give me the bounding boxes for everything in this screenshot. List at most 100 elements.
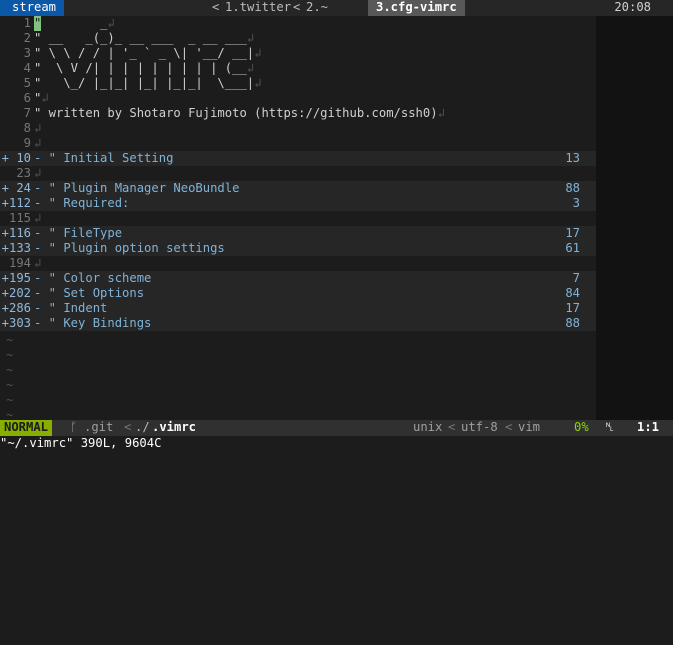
line-number: 4 [23,61,31,75]
scroll-percent: 0% [574,420,589,434]
fold-label: - " Key Bindings [34,316,152,330]
tab-cfg-vimrc[interactable]: 3.cfg-vimrc [368,0,465,16]
editor-buffer[interactable]: 1 " _↲ 2 " __ _(_)_ __ ___ _ __ ___↲ 3 " \ \ … [0,16,673,422]
fileformat: unix [413,420,443,434]
line-text: " _↲ [34,16,115,31]
fold-line-count: 7 [572,271,580,285]
code-line[interactable]: 6 "↲ [0,91,596,106]
empty-line-tilde: ~ [6,393,14,407]
eol-marker: ↲ [41,91,49,105]
line-text: " \ \ / / | '_ ` _ \| '__/ __|↲ [34,46,261,61]
code-line[interactable]: 115 ↲ [0,211,596,226]
fold-label: - " Required: [34,196,130,210]
line-number: +133 [1,241,31,255]
line-text: " written by Shotaro Fujimoto (https://g… [34,106,445,121]
code-line[interactable]: 1 " _↲ [0,16,596,31]
branch-icon: ᚴ [70,420,78,434]
fold-line-count: 17 [565,301,580,315]
encoding: utf-8 [461,420,498,434]
fold-line-count: 84 [565,286,580,300]
line-number: 1 [23,16,31,30]
line-text: ↲ [34,121,41,136]
line-content: " \ V /| | | | | | | | | (__ [34,61,247,75]
line-number: 8 [23,121,31,135]
code-line[interactable]: 194 ↲ [0,256,596,271]
eol-marker: ↲ [246,61,255,75]
code-line[interactable]: 3 " \ \ / / | '_ ` _ \| '__/ __|↲ [0,46,596,61]
line-number: +112 [1,196,31,210]
path-separator: < [124,420,132,434]
line-number: +286 [1,301,31,315]
line-text: " __ _(_)_ __ ___ _ __ ___↲ [34,31,254,46]
line-number: +202 [1,286,31,300]
line-number: 6 [23,91,31,105]
eol-marker: ↲ [107,16,115,30]
fold-line[interactable]: +202- " Set Options 84 [0,286,596,301]
fold-label: - " Initial Setting [34,151,174,165]
code-line[interactable]: 4 " \ V /| | | | | | | | | (__↲ [0,61,596,76]
eol-marker: ↲ [246,31,255,45]
empty-line-tilde: ~ [6,348,14,362]
fold-label: - " Plugin option settings [34,241,225,255]
fold-line[interactable]: +133- " Plugin option settings 61 [0,241,596,256]
fold-label: - " Set Options [34,286,145,300]
fold-line[interactable]: + 10- " Initial Setting 13 [0,151,596,166]
fold-line[interactable]: +195- " Color scheme 7 [0,271,596,286]
line-text: ↲ [34,136,41,151]
fold-line-count: 13 [565,151,580,165]
cursor-position: 1:1 [637,420,660,434]
fold-label: - " FileType [34,226,123,240]
fold-line-count: 61 [565,241,580,255]
tab-separator: < [293,0,301,14]
eol-marker: ↲ [34,136,42,150]
fold-label: - " Color scheme [34,271,152,285]
code-line[interactable]: 2 " __ _(_)_ __ ___ _ __ ___↲ [0,31,596,46]
line-number: 23 [16,166,31,180]
line-number: + 10 [1,151,31,165]
line-text: ↲ [34,211,41,226]
clock: 20:08 [614,0,651,14]
fold-line-count: 88 [565,316,580,330]
fold-line[interactable]: +286- " Indent 17 [0,301,596,316]
fold-line[interactable]: + 24- " Plugin Manager NeoBundle 88 [0,181,596,196]
code-line[interactable]: 5 " \_/ |_|_| |_| |_|_| \___|↲ [0,76,596,91]
line-number: 3 [23,46,31,60]
code-line[interactable]: 8 ↲ [0,121,596,136]
line-text: " \_/ |_|_| |_| |_|_| \___|↲ [34,76,261,91]
eol-marker: ↲ [437,106,445,120]
cursor: " [34,16,42,31]
code-line[interactable]: 7 " written by Shotaro Fujimoto (https://… [0,106,596,121]
empty-line-tilde: ~ [6,333,14,347]
fold-line-count: 88 [565,181,580,195]
line-text: " \ V /| | | | | | | | | (__↲ [34,61,254,76]
fold-line[interactable]: +112- " Required: 3 [0,196,596,211]
tab-home[interactable]: 2.~ [306,0,328,16]
eol-marker: ↲ [34,211,42,225]
line-number: 2 [23,31,31,45]
line-number: +116 [1,226,31,240]
tab-separator: < [212,0,220,14]
line-number: 9 [23,136,31,150]
line-number: 5 [23,76,31,90]
tabline: stream < 1.twitter < 2.~ 3.cfg-vimrc 20:… [0,0,673,16]
code-line[interactable]: 9 ↲ [0,136,596,151]
line-number: 115 [8,211,31,225]
line-text: ↲ [34,256,41,271]
fold-line[interactable]: +303- " Key Bindings 88 [0,316,596,331]
code-line[interactable]: 23 ↲ [0,166,596,181]
empty-line-tilde: ~ [6,363,14,377]
eol-marker: ↲ [34,166,42,180]
session-name[interactable]: stream [0,0,65,16]
fold-line-count: 17 [565,226,580,240]
line-content: " written by Shotaro Fujimoto (https://g… [34,106,438,120]
fold-line-count: 3 [572,196,580,210]
line-number-icon: ␤ [605,420,615,434]
fileformat-separator: < [448,420,456,434]
encoding-separator: < [505,420,513,434]
tab-twitter[interactable]: 1.twitter [225,0,291,16]
line-content: " \_/ |_|_| |_| |_|_| \___| [34,76,255,90]
fold-line[interactable]: +116- " FileType 17 [0,226,596,241]
eol-marker: ↲ [34,256,42,270]
command-line[interactable]: "~/.vimrc" 390L, 9604C [0,436,673,452]
fold-label: - " Indent [34,301,108,315]
